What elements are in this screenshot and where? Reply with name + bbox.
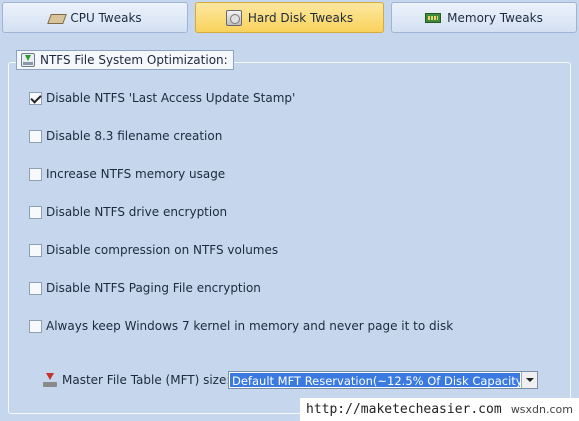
option-increase-ntfs-memory[interactable]: Increase NTFS memory usage: [29, 167, 225, 181]
option-disable-paging-encryption[interactable]: Disable NTFS Paging File encryption: [29, 281, 261, 295]
memory-icon: [425, 12, 442, 23]
checkbox[interactable]: [29, 243, 42, 257]
option-label: Disable 8.3 filename creation: [46, 129, 223, 143]
mft-download-icon: [43, 373, 57, 387]
tab-cpu-tweaks[interactable]: CPU Tweaks: [2, 2, 188, 33]
tab-bar: CPU Tweaks Hard Disk Tweaks Memory Tweak…: [0, 0, 579, 36]
option-disable-drive-encryption[interactable]: Disable NTFS drive encryption: [29, 205, 227, 219]
checkbox[interactable]: [29, 205, 42, 219]
group-title: NTFS File System Optimization:: [16, 50, 234, 70]
tab-label: Hard Disk Tweaks: [247, 10, 354, 25]
option-label: Disable NTFS Paging File encryption: [46, 281, 261, 295]
option-label: Increase NTFS memory usage: [46, 167, 226, 181]
tab-hard-disk-tweaks[interactable]: Hard Disk Tweaks: [195, 2, 384, 33]
ntfs-download-icon: [21, 53, 35, 67]
watermark: http://maketecheasier.com wsxdn.com: [300, 398, 579, 421]
watermark-site: wsxdn.com: [510, 403, 573, 416]
tab-label: CPU Tweaks: [70, 10, 142, 25]
option-disable-last-access-stamp[interactable]: Disable NTFS 'Last Access Update Stamp': [29, 91, 295, 105]
option-label: Disable NTFS 'Last Access Update Stamp': [46, 91, 296, 105]
checkbox[interactable]: [29, 281, 42, 295]
mft-size-dropdown[interactable]: Default MFT Reservation(~12.5% Of Disk C…: [228, 371, 538, 389]
checkbox[interactable]: [29, 167, 42, 181]
option-disable-compression[interactable]: Disable compression on NTFS volumes: [29, 243, 278, 257]
mft-size-label: Master File Table (MFT) size:: [62, 373, 231, 387]
ntfs-optimization-group: [8, 62, 571, 414]
mft-size-label-row: Master File Table (MFT) size:: [43, 370, 230, 390]
tab-memory-tweaks[interactable]: Memory Tweaks: [391, 2, 577, 33]
tab-label: Memory Tweaks: [447, 10, 543, 25]
option-disable-83-filename[interactable]: Disable 8.3 filename creation: [29, 129, 222, 143]
watermark-url: http://maketecheasier.com: [306, 402, 502, 417]
mft-size-selected-value: Default MFT Reservation(~12.5% Of Disk C…: [230, 373, 520, 387]
checkbox[interactable]: [29, 129, 42, 143]
chevron-down-icon[interactable]: [521, 372, 537, 388]
option-label: Always keep Windows 7 kernel in memory a…: [46, 319, 454, 333]
option-keep-kernel-in-memory[interactable]: Always keep Windows 7 kernel in memory a…: [29, 319, 453, 333]
checkbox[interactable]: [29, 91, 42, 105]
hard-disk-icon: [225, 9, 242, 26]
option-label: Disable compression on NTFS volumes: [46, 243, 279, 257]
group-title-text: NTFS File System Optimization:: [40, 53, 228, 67]
checkbox[interactable]: [29, 319, 42, 333]
cpu-icon: [48, 12, 64, 24]
option-label: Disable NTFS drive encryption: [46, 205, 228, 219]
